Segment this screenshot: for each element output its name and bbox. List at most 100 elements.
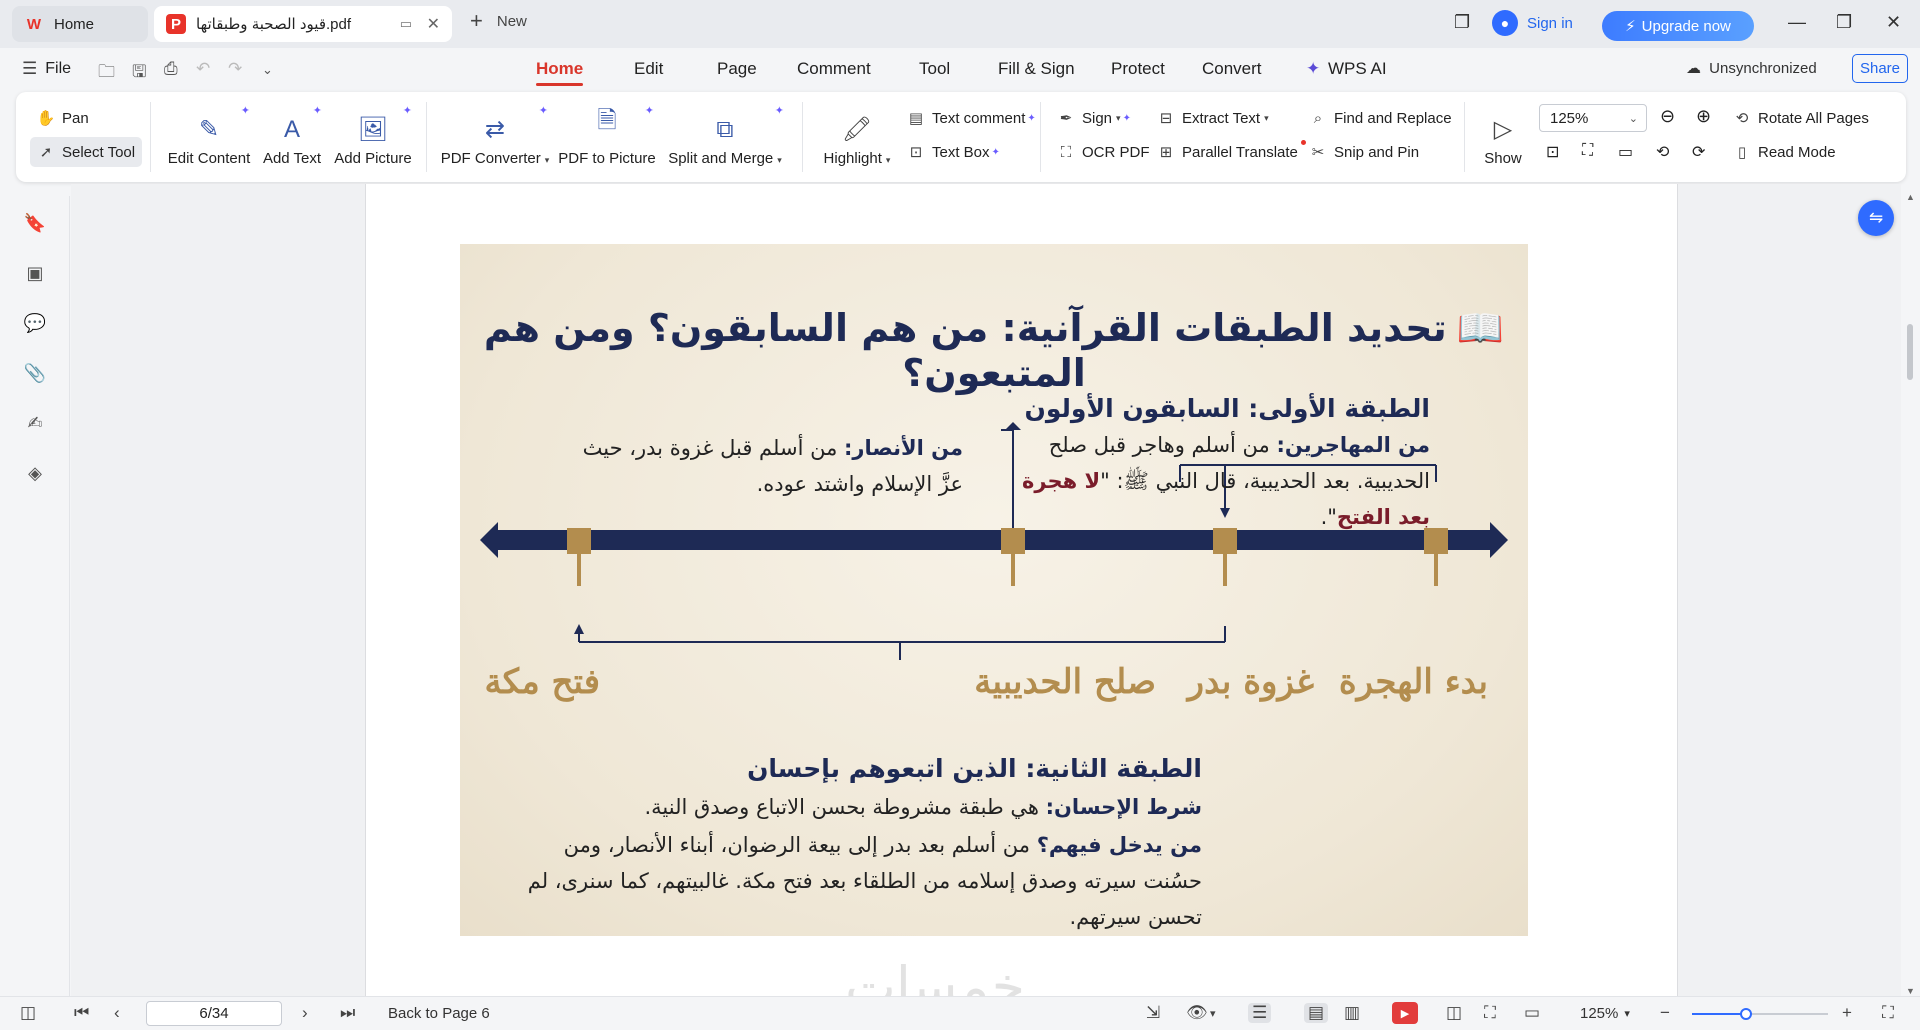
read-mode-button[interactable]: ▯ Read Mode xyxy=(1732,142,1836,162)
tab-fill-sign[interactable]: Fill & Sign xyxy=(998,59,1075,79)
eye-icon[interactable]: 👁 xyxy=(1186,1003,1208,1023)
page-number-input[interactable]: 6/34 xyxy=(146,1001,282,1026)
tab-comment[interactable]: Comment xyxy=(797,59,871,79)
open-folder-icon[interactable]: 🗀 xyxy=(98,59,115,88)
two-page-icon[interactable]: ▥ xyxy=(1344,1003,1360,1023)
maximize-icon[interactable]: ❐ xyxy=(1836,12,1852,33)
text-comment-button[interactable]: ▤ Text comment ✦ xyxy=(906,108,1036,128)
share-button[interactable]: Share xyxy=(1852,54,1908,83)
bookmark-icon[interactable]: 🔖 xyxy=(24,212,46,234)
edit-content-button[interactable]: ✎ ✦ Edit Content xyxy=(166,104,252,167)
find-replace-button[interactable]: ⌕ Find and Replace xyxy=(1308,108,1452,128)
tab-wps-ai[interactable]: WPS AI xyxy=(1328,59,1387,79)
zoom-in-icon[interactable]: ⊕ xyxy=(1696,106,1711,127)
find-replace-label: Find and Replace xyxy=(1334,109,1452,127)
zoom-slider[interactable] xyxy=(1692,1008,1828,1020)
attachment-icon[interactable]: 📎 xyxy=(24,362,46,384)
vertical-scrollbar[interactable]: ▲ ▼ xyxy=(1903,192,1917,996)
sidebar-toggle-icon[interactable]: ◫ xyxy=(20,1003,36,1023)
close-tab-icon[interactable]: ✕ xyxy=(427,14,440,34)
zoom-out-icon[interactable]: ⊖ xyxy=(1660,106,1675,127)
sign-in-label: Sign in xyxy=(1527,14,1573,32)
sync-status[interactable]: ☁ Unsynchronized xyxy=(1686,59,1817,77)
sign-in-button[interactable]: ● Sign in xyxy=(1492,10,1573,36)
export-icon[interactable]: ⇲ xyxy=(1146,1003,1160,1023)
redo-icon[interactable]: ↷ xyxy=(228,59,242,79)
zoom-slider-fill xyxy=(1692,1013,1747,1015)
tab-tool[interactable]: Tool xyxy=(919,59,950,79)
add-text-button[interactable]: A ✦ Add Text xyxy=(260,104,324,167)
print-icon[interactable]: ⎙ xyxy=(164,59,178,79)
fit-page-status-icon[interactable]: ⛶ xyxy=(1484,1003,1496,1023)
ansar-label: من الأنصار: xyxy=(844,436,963,460)
zoom-select[interactable]: 125% ⌄ xyxy=(1539,104,1647,132)
tab-page[interactable]: Page xyxy=(717,59,757,79)
signature-icon[interactable]: ✍ xyxy=(24,412,46,434)
last-page-icon[interactable]: ⏭ xyxy=(340,1003,355,1023)
dropdown-arrow-icon: ▾ xyxy=(1116,112,1121,123)
document-viewport[interactable]: 📖تحديد الطبقات القرآنية: من هم السابقون؟… xyxy=(71,184,1901,996)
save-icon[interactable]: 🖫 xyxy=(132,59,146,88)
rotate-right-icon[interactable]: ⟳ xyxy=(1692,142,1705,162)
tab-edit[interactable]: Edit xyxy=(634,59,663,79)
zoom-out-status-icon[interactable]: − xyxy=(1660,1003,1670,1023)
fullscreen-icon[interactable]: ⛶ xyxy=(1882,1003,1894,1023)
chevron-down-icon[interactable]: ⌄ xyxy=(262,62,273,78)
layers-icon[interactable]: ◈ xyxy=(24,462,46,484)
ocr-pdf-button[interactable]: ⛶ OCR PDF xyxy=(1056,142,1150,162)
scroll-up-icon[interactable]: ▲ xyxy=(1906,192,1915,202)
first-page-icon[interactable]: ⏮ xyxy=(74,1003,89,1023)
chevron-down-icon[interactable]: ▾ xyxy=(1210,1007,1216,1020)
text-box-button[interactable]: ⊡ Text Box ✦ xyxy=(906,142,1000,162)
tab-convert[interactable]: Convert xyxy=(1202,59,1262,79)
comment-icon[interactable]: 💬 xyxy=(24,312,46,334)
snip-pin-button[interactable]: ✂ Snip and Pin xyxy=(1308,142,1419,162)
file-menu[interactable]: ☰ File xyxy=(22,59,71,79)
fit-width-icon[interactable]: ▭ xyxy=(1618,142,1633,162)
rotate-all-pages-button[interactable]: ⟲ Rotate All Pages xyxy=(1732,108,1869,128)
play-slideshow-icon[interactable]: ▶ xyxy=(1392,1002,1418,1024)
poster-title: 📖تحديد الطبقات القرآنية: من هم السابقون؟… xyxy=(460,306,1528,395)
pdf-to-picture-button[interactable]: 🗎 ✦ PDF to Picture xyxy=(558,104,656,167)
zoom-in-status-icon[interactable]: + xyxy=(1842,1003,1852,1023)
tab-home-ribbon[interactable]: Home xyxy=(536,59,584,86)
add-picture-button[interactable]: 🖼 ✦ Add Picture xyxy=(332,104,414,167)
upgrade-button[interactable]: ⚡ Upgrade now xyxy=(1602,11,1754,41)
close-window-icon[interactable]: ✕ xyxy=(1886,12,1901,33)
fit-width-status-icon[interactable]: ▭ xyxy=(1524,1003,1540,1023)
tab-home[interactable]: W Home xyxy=(12,6,148,42)
show-button[interactable]: ▷ Show xyxy=(1482,104,1524,167)
back-to-page-link[interactable]: Back to Page 6 xyxy=(388,1005,490,1022)
fit-page-icon[interactable]: ⛶ xyxy=(1582,142,1593,160)
actual-size-icon[interactable]: ⊡ xyxy=(1546,142,1559,162)
next-page-icon[interactable]: › xyxy=(302,1003,308,1023)
highlight-button[interactable]: 🖍 Highlight ▾ xyxy=(812,104,902,167)
zoom-slider-knob[interactable] xyxy=(1740,1008,1753,1020)
scroll-thumb[interactable] xyxy=(1907,324,1913,380)
timeline-left-arrow xyxy=(480,522,498,558)
new-tab-button[interactable]: + New xyxy=(470,10,527,32)
undo-icon[interactable]: ↶ xyxy=(196,59,210,79)
pan-button[interactable]: ✋ Pan xyxy=(36,108,89,128)
book-view-icon[interactable]: ◫ xyxy=(1446,1003,1462,1023)
minimize-icon[interactable]: — xyxy=(1788,12,1806,33)
select-tool-button[interactable]: ➚ Select Tool xyxy=(36,142,135,162)
monitor-icon[interactable]: ▭ xyxy=(400,16,412,32)
parallel-translate-button[interactable]: ⊞ Parallel Translate xyxy=(1156,140,1306,162)
rotate-left-icon[interactable]: ⟲ xyxy=(1656,142,1669,162)
tab-protect[interactable]: Protect xyxy=(1111,59,1165,79)
extract-text-button[interactable]: ⊟ Extract Text ▾ xyxy=(1156,108,1269,128)
restore-window-list-icon[interactable]: ❐ xyxy=(1454,12,1470,33)
continuous-page-icon[interactable]: ▤ xyxy=(1304,1003,1329,1023)
sign-button[interactable]: ✒ Sign ▾ ✦ xyxy=(1056,108,1131,128)
prev-page-icon[interactable]: ‹ xyxy=(114,1003,120,1023)
single-page-icon[interactable]: ☰ xyxy=(1248,1003,1272,1023)
scroll-down-icon[interactable]: ▼ xyxy=(1906,986,1915,996)
thumbnail-icon[interactable]: ▣ xyxy=(24,262,46,284)
translate-float-button[interactable]: ⇋ xyxy=(1858,200,1894,236)
zoom-level[interactable]: 125% ▾ xyxy=(1580,1005,1630,1022)
pdf-converter-button[interactable]: ⇄ ✦ PDF Converter ▾ xyxy=(440,104,550,167)
split-merge-button[interactable]: ⧉ ✦ Split and Merge ▾ xyxy=(664,104,786,167)
event-label-badr: غزوة بدر xyxy=(1187,662,1314,702)
tab-document[interactable]: P قيود الصحبة وطبقاتها.pdf ▭ ✕ xyxy=(154,6,452,42)
